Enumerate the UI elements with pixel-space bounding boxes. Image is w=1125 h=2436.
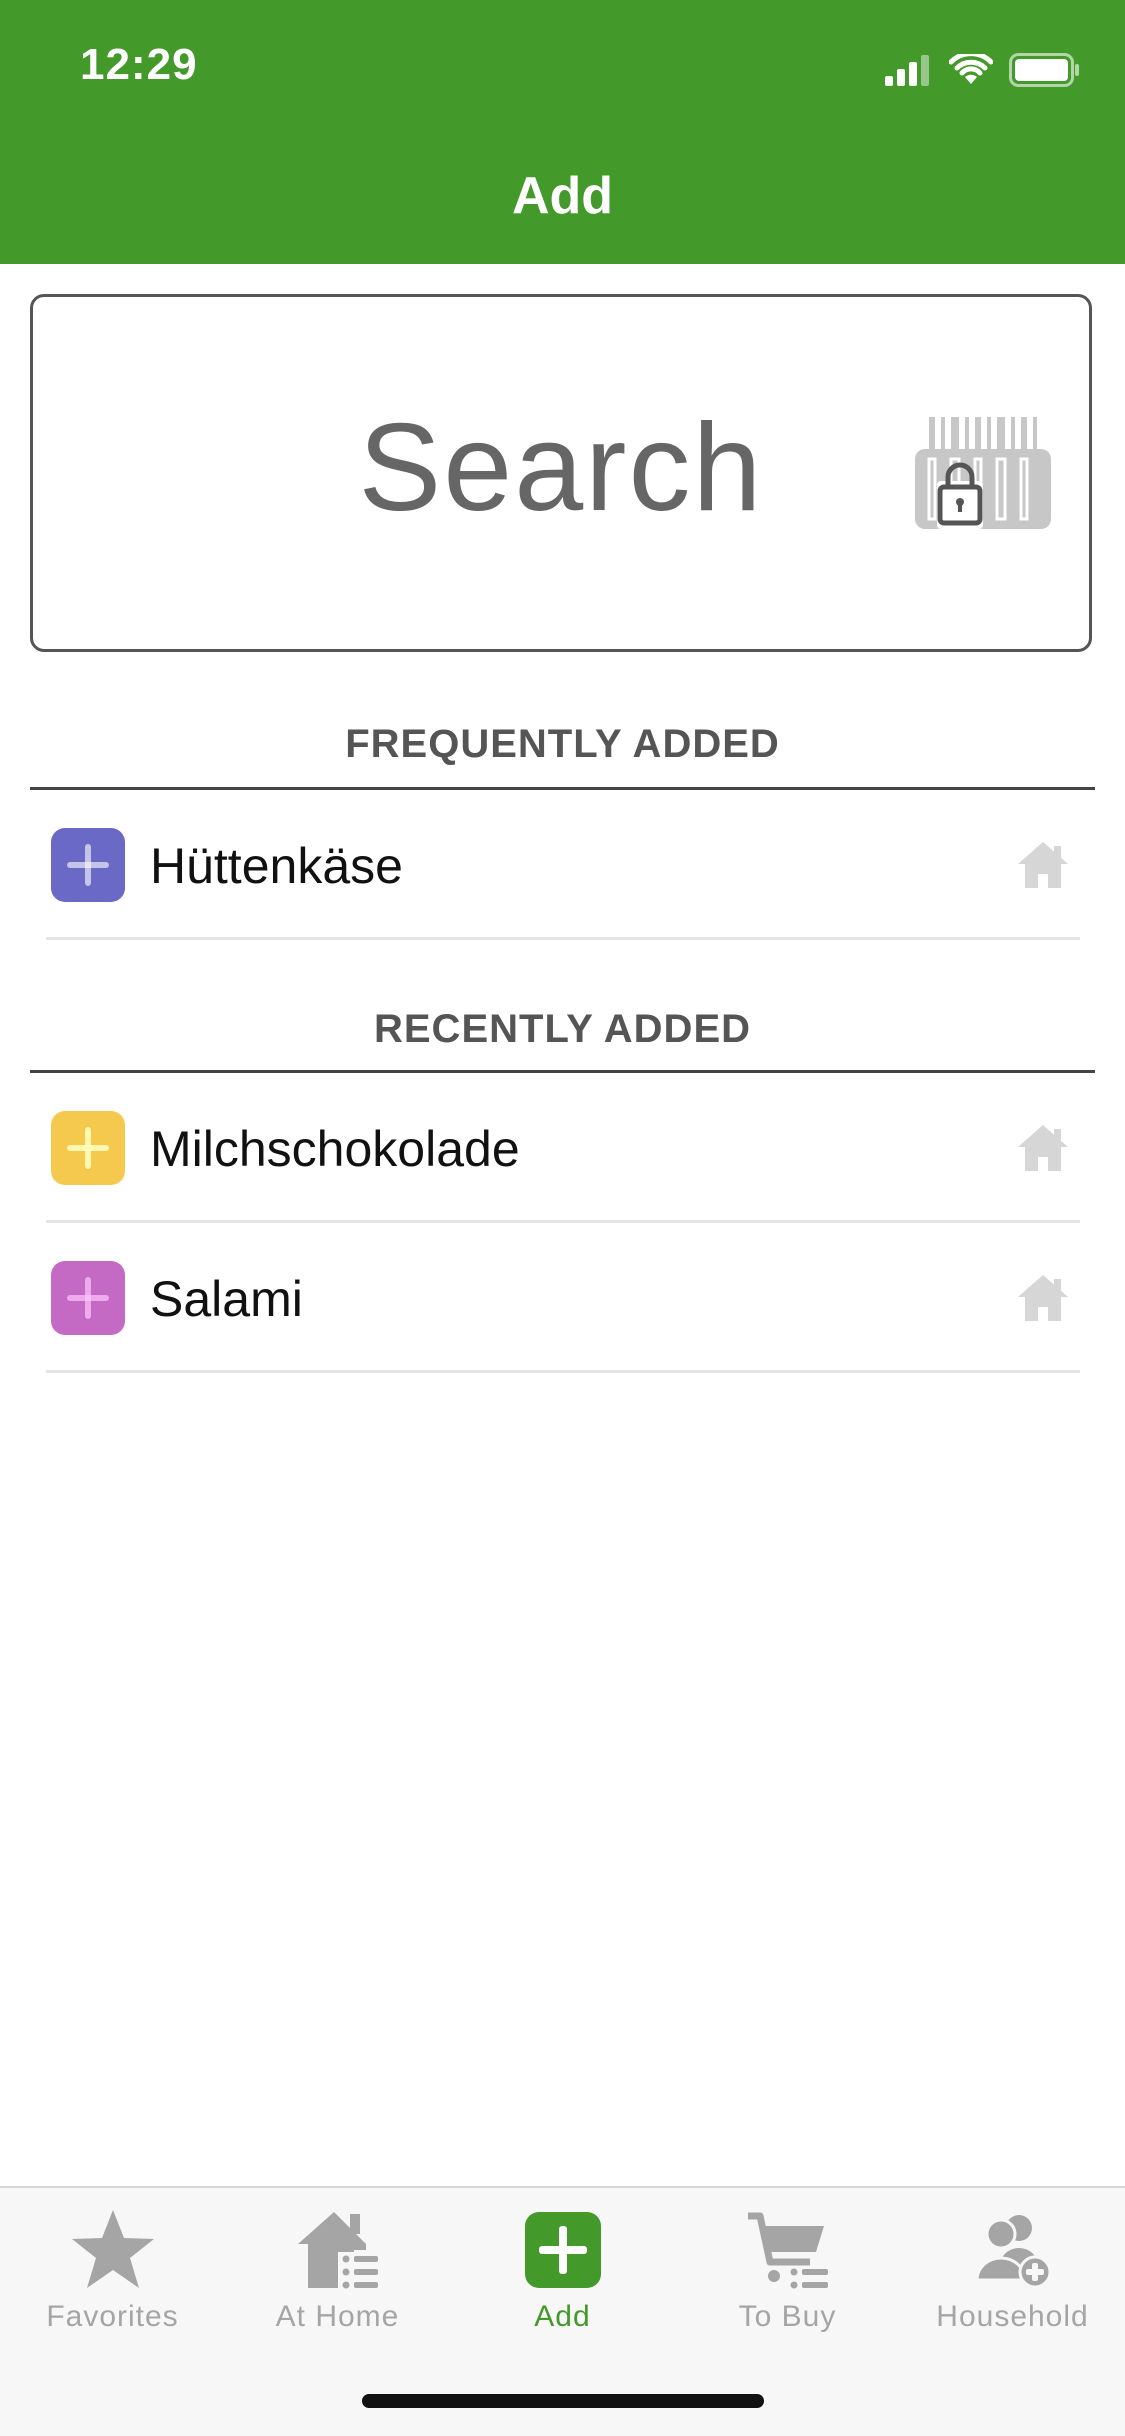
item-name: Salami bbox=[150, 1271, 303, 1327]
list-item-milchschokolade[interactable]: Milchschokolade bbox=[46, 1073, 1080, 1223]
navigation-header: 12:29 Add bbox=[0, 0, 1125, 264]
cellular-signal-icon bbox=[885, 55, 929, 86]
add-icon bbox=[524, 2212, 601, 2288]
list-item-huettenkaese[interactable]: Hüttenkäse bbox=[46, 790, 1080, 940]
home-icon[interactable] bbox=[1016, 1123, 1070, 1173]
home-icon[interactable] bbox=[1016, 1273, 1070, 1323]
plus-icon bbox=[67, 1127, 109, 1169]
home-icon[interactable] bbox=[1016, 840, 1070, 890]
search-box[interactable]: Search bbox=[30, 294, 1092, 652]
tab-label: To Buy bbox=[738, 2300, 837, 2333]
status-icons bbox=[885, 48, 1081, 92]
locked-barcode-scanner-icon[interactable] bbox=[915, 417, 1051, 537]
house-list-icon bbox=[297, 2212, 380, 2290]
wifi-icon bbox=[949, 54, 993, 84]
tab-household[interactable]: Household bbox=[900, 2206, 1125, 2356]
plus-icon bbox=[67, 1277, 109, 1319]
item-name: Milchschokolade bbox=[150, 1121, 520, 1177]
tab-label: Household bbox=[936, 2300, 1089, 2333]
tab-at-home[interactable]: At Home bbox=[225, 2206, 450, 2356]
list-item-salami[interactable]: Salami bbox=[46, 1223, 1080, 1373]
item-color-swatch[interactable] bbox=[51, 828, 125, 902]
star-icon bbox=[71, 2210, 154, 2288]
item-name: Hüttenkäse bbox=[150, 838, 403, 894]
plus-icon bbox=[67, 844, 109, 886]
battery-icon bbox=[1009, 53, 1079, 87]
page-title: Add bbox=[511, 167, 614, 225]
item-color-swatch[interactable] bbox=[51, 1111, 125, 1185]
tab-favorites[interactable]: Favorites bbox=[0, 2206, 225, 2356]
status-time: 12:29 bbox=[80, 40, 198, 89]
tab-label: Favorites bbox=[46, 2300, 179, 2333]
home-indicator[interactable] bbox=[362, 2394, 764, 2408]
tab-label: Add bbox=[534, 2300, 591, 2333]
section-header-recently-added: RECENTLY ADDED bbox=[30, 1007, 1095, 1073]
item-color-swatch[interactable] bbox=[51, 1261, 125, 1335]
tab-add[interactable]: Add bbox=[450, 2206, 675, 2356]
tab-to-buy[interactable]: To Buy bbox=[675, 2206, 900, 2356]
section-header-frequently-added: FREQUENTLY ADDED bbox=[30, 722, 1095, 790]
cart-icon bbox=[747, 2212, 828, 2289]
tab-label: At Home bbox=[275, 2300, 400, 2333]
people-add-icon bbox=[974, 2215, 1051, 2289]
